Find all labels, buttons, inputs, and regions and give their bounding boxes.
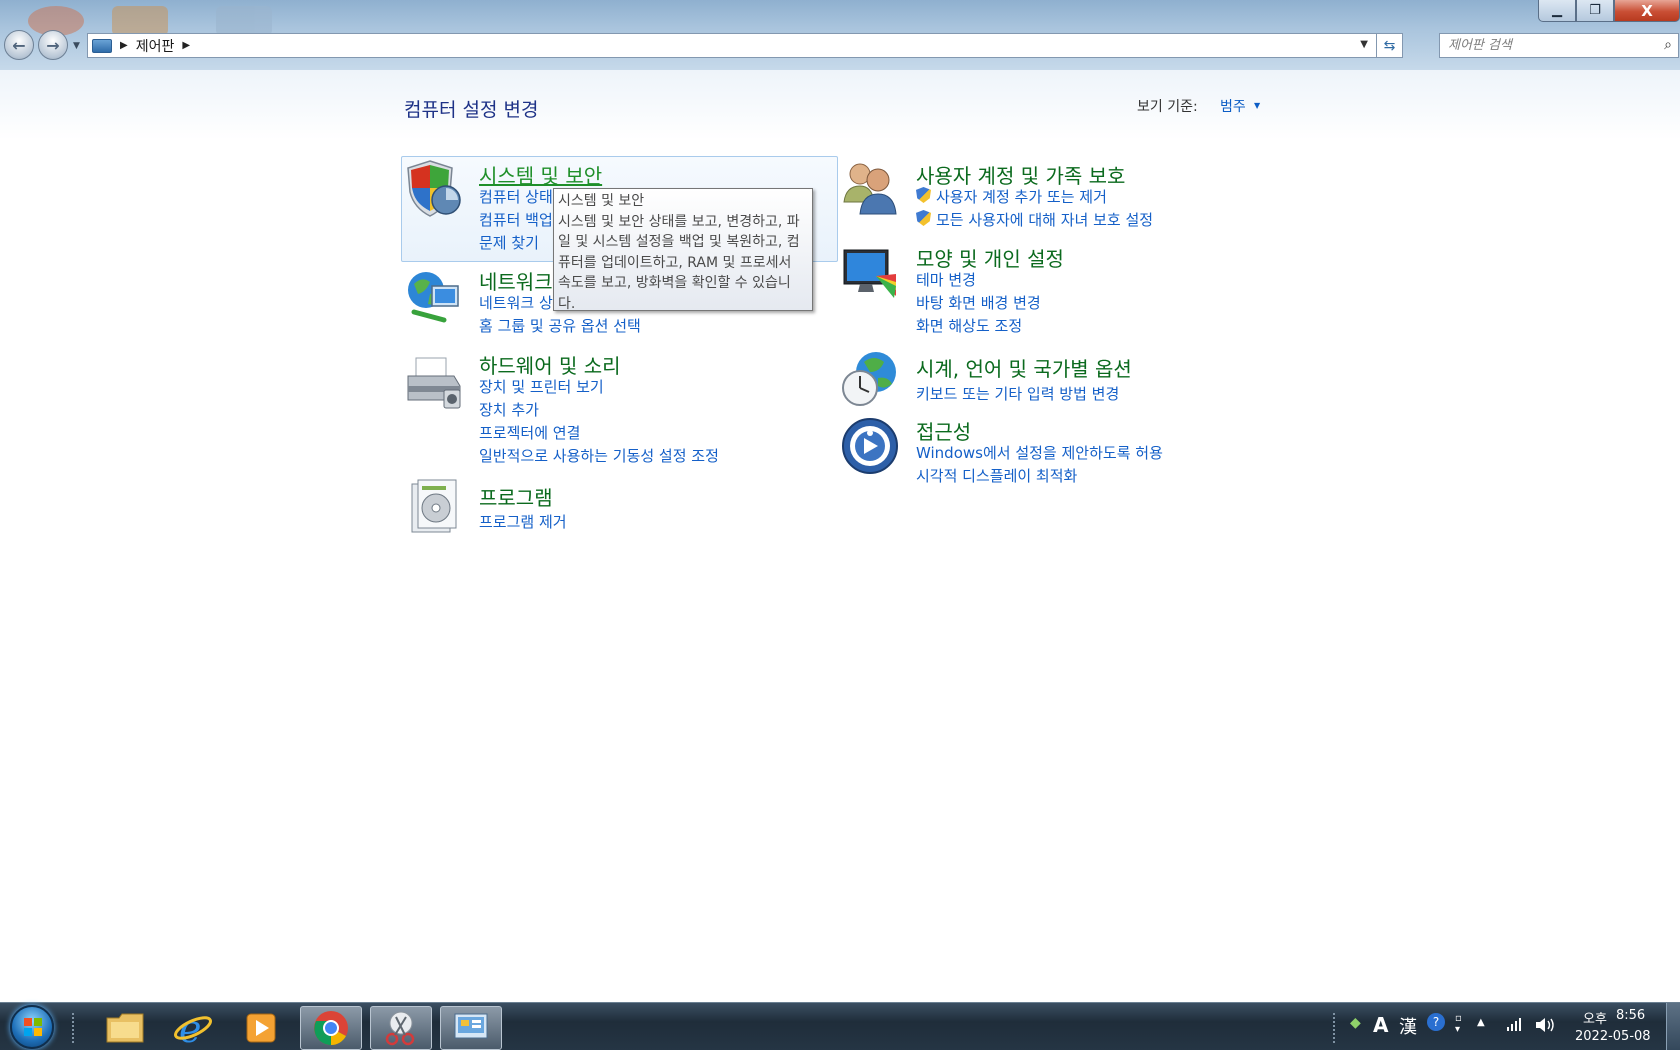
- network-signal-icon[interactable]: [1506, 1017, 1522, 1031]
- back-arrow-icon: ←: [12, 35, 26, 55]
- link-add-device[interactable]: 장치 추가: [479, 399, 539, 420]
- recent-pages-dropdown[interactable]: ▼: [73, 41, 80, 51]
- tooltip-body: 시스템 및 보안 상태를 보고, 변경하고, 파일 및 시스템 설정을 백업 및…: [558, 213, 800, 311]
- link-optimize-display[interactable]: 시각적 디스플레이 최적화: [916, 465, 1077, 486]
- control-panel-icon: [454, 1013, 488, 1039]
- search-box[interactable]: ⌕: [1439, 33, 1679, 58]
- link-add-remove-accounts[interactable]: 사용자 계정 추가 또는 제거: [936, 186, 1107, 207]
- ime-options-icon[interactable]: ▫ ▾: [1455, 1013, 1462, 1035]
- category-title-appearance[interactable]: 모양 및 개인 설정: [916, 243, 1064, 272]
- volume-icon[interactable]: [1534, 1016, 1556, 1034]
- taskbar-grip[interactable]: [72, 1013, 76, 1043]
- link-find-problems[interactable]: 문제 찾기: [479, 232, 539, 253]
- scissors-icon: [385, 1011, 415, 1046]
- link-connect-projector[interactable]: 프로젝터에 연결: [479, 422, 580, 443]
- link-backup-computer[interactable]: 컴퓨터 백업: [479, 209, 553, 230]
- page-title: 컴퓨터 설정 변경: [404, 99, 539, 121]
- maximize-button[interactable]: ❐: [1576, 0, 1614, 22]
- taskbar: e ◆ A 漢 ? ▫ ▾ ▲ 오후 8:56 2022-05-08: [0, 1002, 1680, 1050]
- clock-date[interactable]: 2022-05-08: [1575, 1029, 1651, 1044]
- svg-text:e: e: [179, 1008, 202, 1048]
- tray-grip[interactable]: [1333, 1013, 1337, 1043]
- category-title-system-security[interactable]: 시스템 및 보안: [479, 160, 602, 189]
- breadcrumb-chevron-icon[interactable]: ▶: [182, 40, 190, 51]
- link-change-input-methods[interactable]: 키보드 또는 기타 입력 방법 변경: [916, 383, 1119, 404]
- search-input[interactable]: [1448, 38, 1653, 53]
- chrome-icon: [314, 1011, 348, 1046]
- back-button[interactable]: ←: [4, 30, 34, 60]
- view-by-label: 보기 기준:: [1137, 99, 1198, 115]
- search-icon[interactable]: ⌕: [1664, 37, 1672, 53]
- category-title-user-accounts[interactable]: 사용자 계정 및 가족 보호: [916, 160, 1125, 189]
- control-panel-icon: [92, 38, 112, 53]
- taskbar-explorer[interactable]: [94, 1006, 156, 1050]
- forward-arrow-icon: →: [46, 35, 60, 55]
- content-header-background: [0, 70, 1680, 140]
- link-change-theme[interactable]: 테마 변경: [916, 269, 976, 290]
- breadcrumb-chevron-icon[interactable]: ▶: [120, 40, 128, 51]
- help-icon[interactable]: ?: [1427, 1013, 1445, 1031]
- category-title-hardware-sound[interactable]: 하드웨어 및 소리: [479, 350, 621, 379]
- link-uninstall-program[interactable]: 프로그램 제거: [479, 511, 567, 532]
- link-adjust-resolution[interactable]: 화면 해상도 조정: [916, 315, 1022, 336]
- system-security-shield-icon: [407, 160, 461, 217]
- ease-of-access-icon: [842, 418, 898, 474]
- language-bar-icon[interactable]: ◆: [1350, 1015, 1361, 1031]
- tooltip-title: 시스템 및 보안: [558, 193, 645, 209]
- folder-icon: [106, 1013, 144, 1043]
- show-hidden-icons-icon[interactable]: ▲: [1477, 1017, 1485, 1028]
- taskbar-media-player[interactable]: [230, 1006, 292, 1050]
- category-title-programs[interactable]: 프로그램: [479, 482, 553, 511]
- user-accounts-icon: [843, 163, 897, 215]
- category-title-ease-of-access[interactable]: 접근성: [916, 416, 971, 445]
- internet-explorer-icon: e: [174, 1008, 212, 1048]
- address-bar[interactable]: ▶ 제어판 ▶ ▼ ⇆: [87, 33, 1403, 58]
- taskbar-chrome[interactable]: [300, 1006, 362, 1050]
- start-button[interactable]: [10, 1005, 54, 1049]
- programs-icon: [411, 479, 457, 533]
- category-title-network[interactable]: 네트워크: [479, 266, 553, 295]
- taskbar-internet-explorer[interactable]: e: [162, 1006, 224, 1050]
- window-controls: ▁ ❐ X: [1538, 0, 1680, 22]
- link-parental-controls[interactable]: 모든 사용자에 대해 자녀 보호 설정: [936, 209, 1153, 230]
- link-let-windows-suggest[interactable]: Windows에서 설정을 제안하도록 허용: [916, 442, 1163, 463]
- link-homegroup-sharing[interactable]: 홈 그룹 및 공유 옵션 선택: [479, 315, 641, 336]
- clock-globe-icon: [842, 352, 896, 406]
- windows-logo-icon: [24, 1018, 42, 1036]
- ime-mode-indicator[interactable]: A: [1373, 1013, 1388, 1037]
- taskbar-snipping-tool[interactable]: [370, 1006, 432, 1050]
- taskbar-control-panel[interactable]: [440, 1006, 502, 1050]
- minimize-button[interactable]: ▁: [1538, 0, 1576, 22]
- breadcrumb-control-panel[interactable]: 제어판: [136, 36, 175, 56]
- link-network-status[interactable]: 네트워크 상: [479, 292, 553, 313]
- close-button[interactable]: X: [1614, 0, 1680, 22]
- category-title-clock-region[interactable]: 시계, 언어 및 국가별 옵션: [916, 353, 1132, 382]
- forward-button[interactable]: →: [38, 30, 68, 60]
- printer-icon: [407, 357, 461, 409]
- category-tooltip: 시스템 및 보안 시스템 및 보안 상태를 보고, 변경하고, 파일 및 시스템…: [553, 188, 813, 311]
- window-titlebar: ▁ ❐ X ← → ▼ ▶ 제어판 ▶ ▼ ⇆ ⌕: [0, 0, 1680, 70]
- clock-period[interactable]: 오후: [1583, 1008, 1607, 1027]
- view-by-dropdown[interactable]: 범주: [1220, 96, 1246, 116]
- link-review-computer-status[interactable]: 컴퓨터 상태: [479, 186, 553, 207]
- refresh-icon[interactable]: ⇆: [1376, 33, 1402, 58]
- address-dropdown-icon[interactable]: ▼: [1360, 39, 1368, 50]
- chevron-down-icon[interactable]: ▼: [1254, 101, 1260, 110]
- clock-time[interactable]: 8:56: [1616, 1008, 1645, 1023]
- appearance-monitor-icon: [843, 249, 896, 298]
- link-mobility-settings[interactable]: 일반적으로 사용하는 기동성 설정 조정: [479, 445, 719, 466]
- show-desktop-button[interactable]: [1666, 1003, 1680, 1050]
- ime-hanja-indicator[interactable]: 漢: [1399, 1013, 1417, 1039]
- link-change-desktop-background[interactable]: 바탕 화면 배경 변경: [916, 292, 1041, 313]
- network-globe-icon: [408, 272, 459, 323]
- uac-shield-icon: [916, 210, 931, 226]
- media-player-icon: [246, 1013, 276, 1043]
- uac-shield-icon: [916, 187, 931, 203]
- link-view-devices-printers[interactable]: 장치 및 프린터 보기: [479, 376, 604, 397]
